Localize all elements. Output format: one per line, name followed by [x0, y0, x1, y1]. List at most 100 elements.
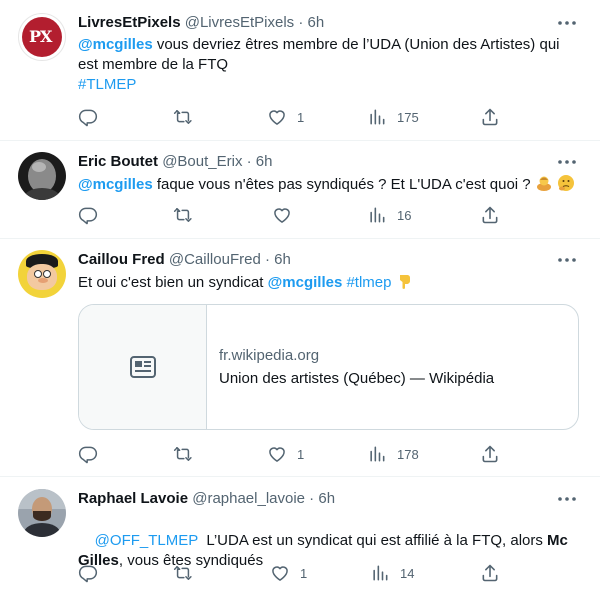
views-count: 14: [400, 565, 415, 581]
reply-button[interactable]: [78, 205, 98, 225]
more-options-button[interactable]: [554, 489, 580, 509]
like-button[interactable]: [272, 205, 292, 225]
like-count: 1: [300, 565, 308, 581]
more-options-button[interactable]: [554, 250, 580, 270]
retweet-icon: [173, 563, 193, 583]
person-bowing-emoji: [535, 174, 553, 198]
views-button[interactable]: 14: [370, 563, 414, 583]
views-icon: [367, 107, 387, 127]
tweet-actions: 1 178: [78, 444, 578, 464]
retweet-button[interactable]: [173, 107, 193, 127]
tweet-livresetpixels[interactable]: PX LivresEtPixels @LivresEtPixels · 6h @…: [0, 0, 600, 141]
article-icon: [130, 356, 156, 378]
tweet-header: Caillou Fred @CaillouFred · 6h: [78, 250, 291, 270]
retweet-icon: [173, 444, 193, 464]
reply-icon: [78, 205, 98, 225]
share-button[interactable]: [480, 444, 500, 464]
views-button[interactable]: 178: [367, 444, 419, 464]
like-count: 1: [297, 446, 305, 462]
mention-link[interactable]: @mcgilles: [268, 274, 343, 291]
card-domain: fr.wikipedia.org: [219, 347, 320, 364]
handle-and-time[interactable]: @CaillouFred · 6h: [169, 251, 291, 268]
tweet-raphael-lavoie[interactable]: Raphael Lavoie @raphael_lavoie · 6h @OFF…: [0, 476, 600, 595]
retweet-button[interactable]: [173, 205, 193, 225]
views-button[interactable]: 16: [367, 205, 411, 225]
views-count: 178: [397, 446, 419, 462]
heart-icon: [270, 563, 290, 583]
hashtag-link[interactable]: #TLMEP: [78, 76, 136, 93]
heart-icon: [267, 444, 287, 464]
retweet-button[interactable]: [173, 444, 193, 464]
display-name[interactable]: Raphael Lavoie: [78, 490, 188, 507]
tweet-header: LivresEtPixels @LivresEtPixels · 6h: [78, 13, 324, 33]
like-button[interactable]: 1: [267, 444, 304, 464]
tweet-text-segment: L’UDA est un syndicat qui est affilié à …: [197, 532, 548, 549]
display-name[interactable]: Eric Boutet: [78, 153, 158, 170]
heart-icon: [272, 205, 292, 225]
tweet-header: Raphael Lavoie @raphael_lavoie · 6h: [78, 489, 335, 509]
reply-button[interactable]: [78, 107, 98, 127]
handle-and-time[interactable]: @LivresEtPixels · 6h: [185, 14, 324, 31]
views-count: 175: [397, 109, 419, 125]
reply-button[interactable]: [78, 563, 98, 583]
reply-button[interactable]: [78, 444, 98, 464]
mention-link[interactable]: @mcgilles: [78, 36, 153, 53]
tweet-text: @mcgilles vous devriez êtres membre de l…: [78, 35, 578, 95]
link-preview-card[interactable]: fr.wikipedia.org Union des artistes (Qué…: [78, 304, 579, 430]
reply-icon: [78, 563, 98, 583]
avatar[interactable]: [18, 489, 66, 537]
reply-icon: [78, 444, 98, 464]
tweet-text: Et oui c'est bien un syndicat @mcgilles …: [78, 272, 578, 296]
like-button[interactable]: 1: [267, 107, 304, 127]
card-thumbnail: [79, 305, 207, 429]
views-icon: [370, 563, 390, 583]
hashtag-link[interactable]: #tlmep: [346, 274, 391, 291]
pointing-down-emoji: [396, 272, 414, 296]
more-icon: [554, 250, 580, 270]
tweet-text-segment: Et oui c'est bien un syndicat: [78, 274, 268, 291]
share-icon: [480, 444, 500, 464]
like-button[interactable]: 1: [270, 563, 307, 583]
views-count: 16: [397, 207, 412, 223]
views-button[interactable]: 175: [367, 107, 419, 127]
handle-and-time[interactable]: @raphael_lavoie · 6h: [192, 490, 335, 507]
share-button[interactable]: [480, 107, 500, 127]
tweet-actions: 16: [78, 205, 578, 225]
more-icon: [554, 152, 580, 172]
handle-and-time[interactable]: @Bout_Erix · 6h: [162, 153, 272, 170]
tweet-text-segment: est membre de la FTQ: [78, 56, 229, 73]
more-options-button[interactable]: [554, 13, 580, 33]
avatar[interactable]: PX: [18, 13, 66, 61]
mention-link[interactable]: @OFF_TLMEP: [95, 532, 198, 549]
avatar-logo-text: PX: [29, 27, 52, 46]
share-button[interactable]: [480, 563, 500, 583]
avatar[interactable]: [18, 250, 66, 298]
display-name[interactable]: Caillou Fred: [78, 251, 165, 268]
tweet-text-bold: Mc: [547, 532, 568, 549]
tweet-eric-boutet[interactable]: Eric Boutet @Bout_Erix · 6h @mcgilles fa…: [0, 140, 600, 239]
card-title: Union des artistes (Québec) — Wikipédia: [219, 370, 495, 387]
thinking-face-emoji: [557, 174, 575, 198]
share-icon: [480, 107, 500, 127]
more-options-button[interactable]: [554, 152, 580, 172]
tweet-caillou-fred[interactable]: Caillou Fred @CaillouFred · 6h Et oui c'…: [0, 238, 600, 477]
more-icon: [554, 13, 580, 33]
avatar[interactable]: [18, 152, 66, 200]
share-button[interactable]: [480, 205, 500, 225]
heart-icon: [267, 107, 287, 127]
like-count: 1: [297, 109, 305, 125]
retweet-icon: [173, 205, 193, 225]
tweet-text-segment: vous devriez êtres membre de l’UDA (Unio…: [152, 36, 560, 53]
retweet-button[interactable]: [173, 563, 193, 583]
retweet-icon: [173, 107, 193, 127]
tweet-text: @mcgilles faque vous n'êtes pas syndiqué…: [78, 174, 578, 198]
mention-link[interactable]: @mcgilles: [78, 176, 153, 193]
views-icon: [367, 444, 387, 464]
more-icon: [554, 489, 580, 509]
tweet-header: Eric Boutet @Bout_Erix · 6h: [78, 152, 272, 172]
display-name[interactable]: LivresEtPixels: [78, 14, 181, 31]
views-icon: [367, 205, 387, 225]
share-icon: [480, 563, 500, 583]
reply-icon: [78, 107, 98, 127]
tweet-text-segment: faque vous n'êtes pas syndiqués ? Et L'U…: [152, 176, 531, 193]
